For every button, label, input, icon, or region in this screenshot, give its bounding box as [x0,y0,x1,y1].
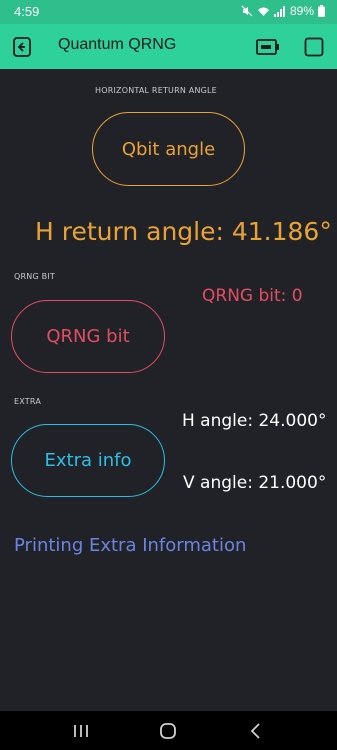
signal-icon [273,5,285,17]
back-nav-icon[interactable] [246,721,266,741]
app-title: Quantum QRNG [58,36,177,53]
square-icon[interactable] [304,37,324,57]
home-icon[interactable] [158,721,178,741]
qbit-angle-button[interactable]: Qbit angle [92,112,245,186]
device-icon[interactable] [256,37,280,57]
recent-apps-icon[interactable] [71,721,91,741]
battery-percent: 89% [289,4,314,18]
printing-extra-info-text: Printing Extra Information [14,535,247,556]
h-angle-value: H angle: 24.000° [182,411,327,431]
extra-label: EXTRA [14,397,41,406]
horizontal-return-angle-label: HORIZONTAL RETURN ANGLE [95,86,217,95]
back-icon[interactable] [11,36,33,58]
wifi-icon [257,7,269,16]
status-bar: 4:59 89% [0,0,337,24]
qrng-bit-label: QRNG BIT [14,272,55,281]
qrng-bit-value: QRNG bit: 0 [202,286,303,306]
battery-icon [318,5,325,17]
mute-icon [241,5,253,17]
app-screen: 4:59 89% Quantum QRNG HORIZONTAL RETURN … [0,0,337,750]
v-angle-value: V angle: 21.000° [183,473,327,493]
h-return-angle-value: H return angle: 41.186° [35,217,332,246]
system-nav-bar [0,711,337,750]
app-bar: Quantum QRNG [0,24,337,69]
status-icons: 89% [241,4,325,18]
status-time: 4:59 [14,4,40,19]
extra-info-button[interactable]: Extra info [11,424,165,497]
qrng-bit-button[interactable]: QRNG bit [11,300,165,373]
